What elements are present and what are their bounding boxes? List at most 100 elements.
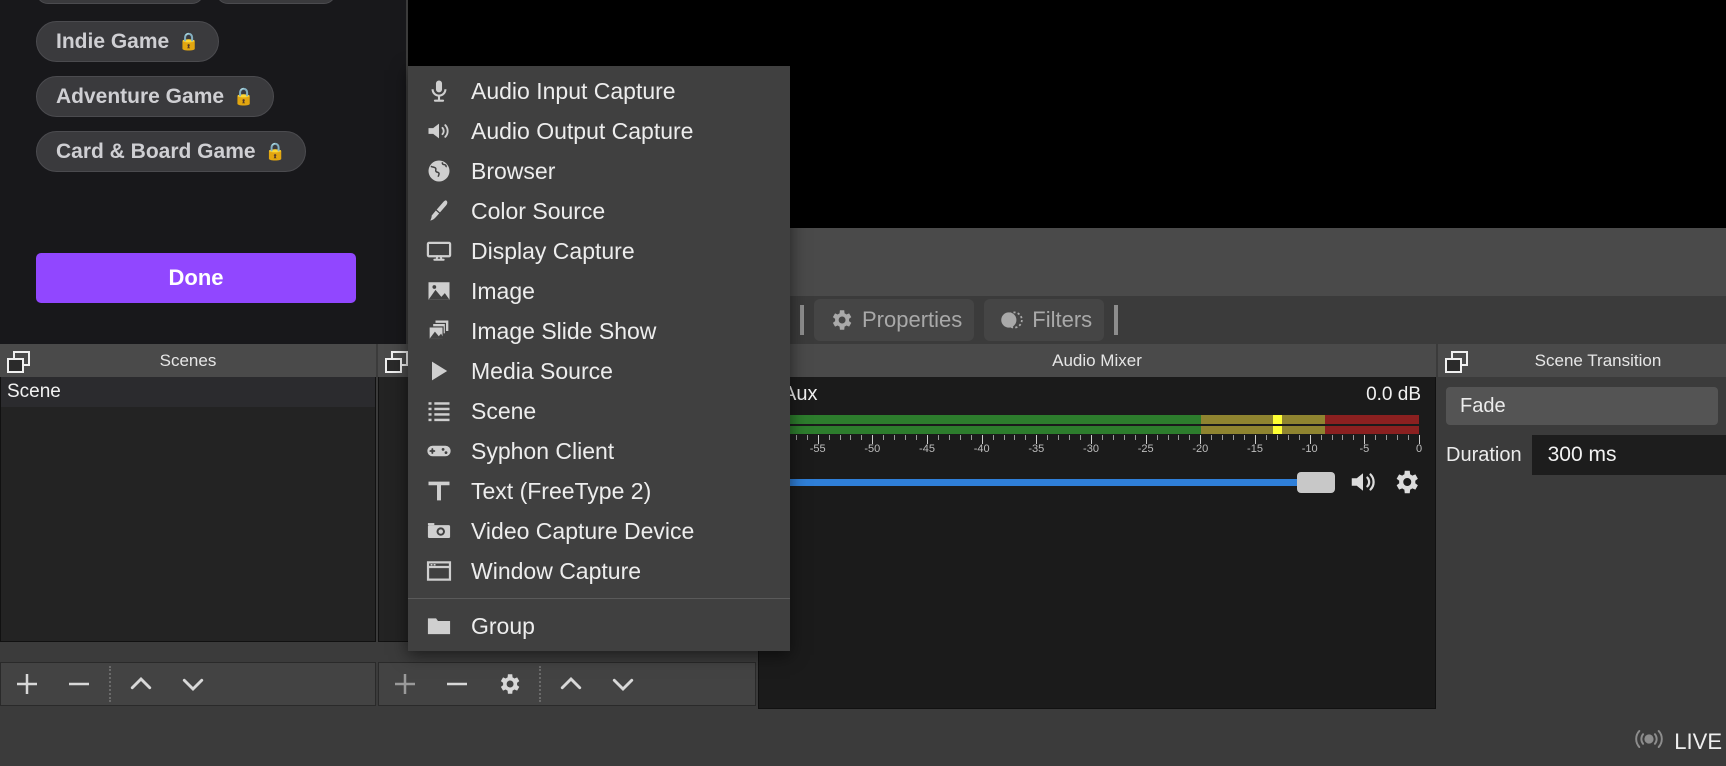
- globe-icon: [424, 156, 454, 186]
- menu-item-label: Audio Input Capture: [471, 78, 676, 105]
- menu-item-window-capture[interactable]: Window Capture: [408, 551, 790, 591]
- meter-tick-minor: [1157, 435, 1158, 440]
- image-stack-icon: [424, 316, 454, 346]
- menu-item-image-slide-show[interactable]: Image Slide Show: [408, 311, 790, 351]
- live-status-indicator: LIVE: [1634, 726, 1726, 758]
- meter-tick-minor: [1014, 435, 1015, 440]
- gear-icon: [826, 305, 856, 335]
- meter-tick-minor: [840, 435, 841, 440]
- menu-separator: [408, 598, 790, 599]
- scene-list-item[interactable]: Scene: [1, 377, 375, 407]
- duration-input[interactable]: 300 ms: [1532, 435, 1726, 475]
- menu-item-browser[interactable]: Browser: [408, 151, 790, 191]
- filters-button[interactable]: Filters: [984, 299, 1104, 341]
- meter-tick-minor: [1080, 435, 1081, 440]
- add-source-menu[interactable]: Audio Input Capture Audio Output Capture B…: [408, 66, 790, 651]
- meter-tick-minor: [1321, 435, 1322, 440]
- sources-toolbar: [378, 662, 756, 706]
- meter-tick-minor: [1353, 435, 1354, 440]
- meter-tick-minor: [1375, 435, 1376, 440]
- meter-tick-label: -30: [1083, 443, 1099, 455]
- transition-select[interactable]: Fade: [1446, 387, 1718, 425]
- category-chip-row-2: Adventure Game 🔒: [36, 76, 274, 117]
- done-button[interactable]: Done: [36, 253, 356, 303]
- dock-windows-icon: [384, 350, 410, 372]
- menu-item-syphon-client[interactable]: Syphon Client: [408, 431, 790, 471]
- volume-slider-knob[interactable]: [1297, 472, 1335, 493]
- add-scene-button[interactable]: [1, 663, 53, 705]
- meter-tick-minor: [796, 435, 797, 440]
- play-icon: [424, 356, 454, 386]
- toolbar-drag-handle-2[interactable]: [1114, 305, 1118, 335]
- volume-slider[interactable]: [763, 471, 1335, 493]
- properties-button[interactable]: Properties: [814, 299, 974, 341]
- audio-settings-gear-icon[interactable]: [1391, 467, 1421, 497]
- menu-item-color-source[interactable]: Color Source: [408, 191, 790, 231]
- scene-item-label: Scene: [7, 381, 61, 403]
- scenes-dock-header: Scenes: [0, 344, 376, 377]
- menu-item-label: Image Slide Show: [471, 318, 656, 345]
- category-chip-indie-game[interactable]: Indie Game 🔒: [36, 21, 219, 62]
- remove-scene-button[interactable]: [53, 663, 105, 705]
- menu-item-display-capture[interactable]: Display Capture: [408, 231, 790, 271]
- menu-item-label: Scene: [471, 398, 536, 425]
- duration-value: 300 ms: [1548, 443, 1617, 467]
- meter-tick-minor: [1397, 435, 1398, 440]
- meter-tick-minor: [1178, 435, 1179, 440]
- toolbar-separator: [109, 666, 111, 702]
- category-selector-dialog: Indie Game 🔒 Adventure Game 🔒 Card & Boa…: [0, 0, 406, 344]
- meter-tick-minor: [850, 435, 851, 440]
- meter-tick-minor: [916, 435, 917, 440]
- scene-transitions-dock-header: Scene Transition: [1438, 344, 1726, 377]
- category-chip-adventure-game[interactable]: Adventure Game 🔒: [36, 76, 274, 117]
- meter-tick-minor: [1004, 435, 1005, 440]
- volume-slider-fill: [763, 479, 1335, 486]
- menu-item-audio-input-capture[interactable]: Audio Input Capture: [408, 71, 790, 111]
- source-properties-button[interactable]: [483, 663, 535, 705]
- meter-tick-label: -20: [1192, 443, 1208, 455]
- category-chip-row-1: Indie Game 🔒: [36, 21, 219, 62]
- menu-item-group[interactable]: Group: [408, 606, 790, 646]
- meter-tick-minor: [861, 435, 862, 440]
- menu-item-text-freetype-2[interactable]: Text (FreeType 2): [408, 471, 790, 511]
- meter-tick-label: -25: [1138, 443, 1154, 455]
- image-icon: [424, 276, 454, 306]
- category-chip[interactable]: [36, 0, 204, 4]
- speaker-on-icon[interactable]: [1345, 467, 1381, 497]
- meter-tick-label: -45: [919, 443, 935, 455]
- menu-item-media-source[interactable]: Media Source: [408, 351, 790, 391]
- scene-down-button[interactable]: [167, 663, 219, 705]
- meter-tick-minor: [1211, 435, 1212, 440]
- scene-up-button[interactable]: [115, 663, 167, 705]
- scenes-toolbar: [0, 662, 376, 706]
- remove-source-button[interactable]: [431, 663, 483, 705]
- meter-tick-minor: [1408, 435, 1409, 440]
- live-label: LIVE: [1674, 729, 1722, 755]
- source-up-button[interactable]: [545, 663, 597, 705]
- menu-item-label: Audio Output Capture: [471, 118, 693, 145]
- add-source-button[interactable]: [379, 663, 431, 705]
- source-down-button[interactable]: [597, 663, 649, 705]
- meter-tick-minor: [807, 435, 808, 440]
- meter-tick-minor: [1069, 435, 1070, 440]
- folder-icon: [424, 611, 454, 641]
- category-chip-row-partial: [36, 0, 336, 4]
- menu-item-audio-output-capture[interactable]: Audio Output Capture: [408, 111, 790, 151]
- microphone-icon: [424, 76, 454, 106]
- menu-item-scene[interactable]: Scene: [408, 391, 790, 431]
- audio-mixer-body: ic/Aux 0.0 dB -55-50-45-40-35-30-25-20-1…: [758, 377, 1436, 709]
- meter-tick-minor: [1266, 435, 1267, 440]
- lock-icon: 🔒: [233, 88, 254, 105]
- category-chip-card-board-game[interactable]: Card & Board Game 🔒: [36, 131, 306, 172]
- toolbar-drag-handle[interactable]: [800, 305, 804, 335]
- category-chip-label: Adventure Game: [56, 86, 224, 107]
- audio-channel-row: ic/Aux 0.0 dB: [759, 377, 1435, 406]
- menu-item-label: Display Capture: [471, 238, 635, 265]
- menu-item-video-capture-device[interactable]: Video Capture Device: [408, 511, 790, 551]
- scenes-list[interactable]: Scene: [0, 377, 376, 642]
- menu-item-image[interactable]: Image: [408, 271, 790, 311]
- menu-item-label: Color Source: [471, 198, 605, 225]
- meter-tick-label: -5: [1359, 443, 1369, 455]
- meter-tick-minor: [1233, 435, 1234, 440]
- category-chip[interactable]: [216, 0, 336, 4]
